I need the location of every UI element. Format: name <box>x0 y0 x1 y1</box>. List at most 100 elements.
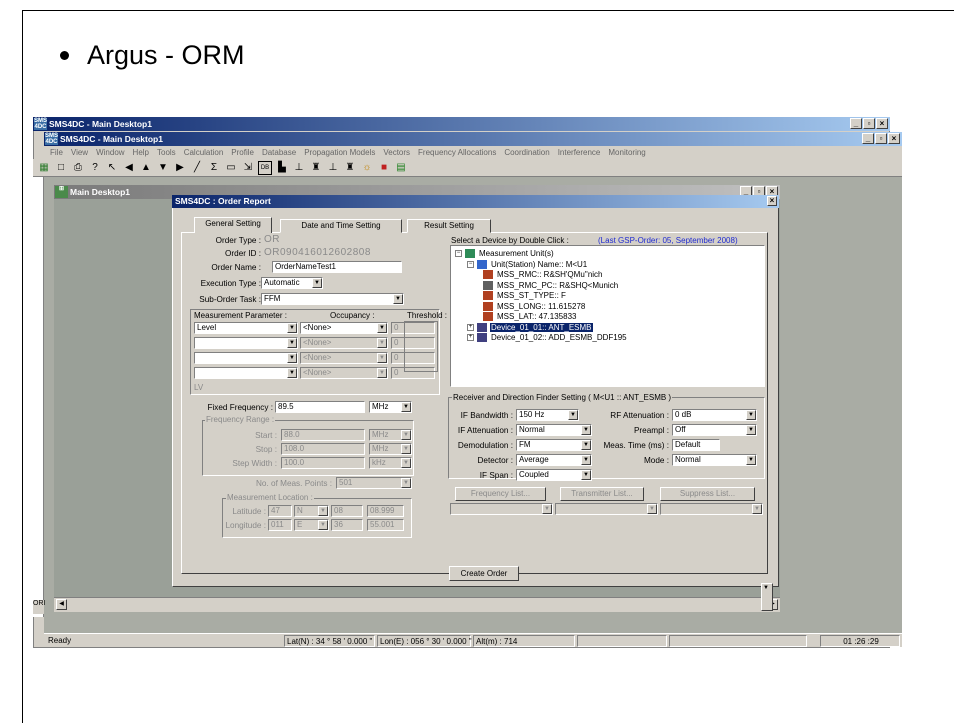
outer-restore-button[interactable]: ▫ <box>863 118 875 129</box>
chevron-down-icon[interactable]: ▼ <box>287 338 297 348</box>
chevron-down-icon[interactable]: ▼ <box>377 323 387 333</box>
frequency-list-select[interactable]: ▼ <box>450 503 553 515</box>
create-order-button[interactable]: Create Order <box>449 566 519 581</box>
preampl-select[interactable]: Off ▼ <box>672 424 757 436</box>
menu-item-help[interactable]: Help <box>133 146 149 159</box>
pan-right-icon[interactable]: ▶ <box>173 161 187 175</box>
menu-item-coordination[interactable]: Coordination <box>504 146 549 159</box>
chevron-down-icon[interactable]: ▼ <box>377 353 387 363</box>
detector-select[interactable]: Average ▼ <box>516 454 592 466</box>
menu-item-monitoring[interactable]: Monitoring <box>608 146 645 159</box>
inner-close-button[interactable]: × <box>888 133 900 144</box>
horizontal-scrollbar[interactable]: ◀ ▶ <box>54 597 780 612</box>
occupancy-select[interactable]: <None> ▼ <box>300 337 388 349</box>
new-file-icon[interactable]: □ <box>54 161 68 175</box>
inner-restore-button[interactable]: ▫ <box>875 133 887 144</box>
chevron-down-icon[interactable]: ▼ <box>542 504 552 514</box>
longitude-minutes-input[interactable]: 36 <box>331 519 363 531</box>
stop-unit-select[interactable]: MHz ▼ <box>369 443 412 455</box>
rf-attenuation-select[interactable]: 0 dB ▼ <box>672 409 757 421</box>
chevron-down-icon[interactable]: ▼ <box>401 458 411 468</box>
chevron-down-icon[interactable]: ▼ <box>287 353 297 363</box>
occupancy-select[interactable]: <None> ▼ <box>300 367 388 379</box>
chevron-down-icon[interactable]: ▼ <box>752 504 762 514</box>
step-width-input[interactable]: 100.0 <box>281 457 365 469</box>
menu-item-window[interactable]: Window <box>96 146 124 159</box>
meas-time-input[interactable]: Default <box>672 439 720 451</box>
sub-order-task-select[interactable]: FFM ▼ <box>261 293 404 305</box>
stop-input[interactable]: 108.0 <box>281 443 365 455</box>
inner-titlebar[interactable]: SMS 4DC SMS4DC - Main Desktop1 _ ▫ × <box>44 132 902 146</box>
measurement-parameter-select[interactable]: ▼ <box>194 352 298 364</box>
tree-node[interactable]: MSS_RMC:: R&SH'QMu''nich <box>483 270 604 279</box>
tree-node[interactable]: − Measurement Unit(s) <box>455 249 555 258</box>
line-tool-icon[interactable]: ╱ <box>190 161 204 175</box>
chevron-down-icon[interactable]: ▼ <box>401 402 411 412</box>
longitude-degrees-input[interactable]: 011 <box>268 519 292 531</box>
station-icon[interactable]: ⊥ <box>326 161 340 175</box>
scale-icon[interactable]: ⇲ <box>241 161 255 175</box>
tree-node[interactable]: + Device_01_02:: ADD_ESMB_DDF195 <box>467 333 628 342</box>
if-attenuation-select[interactable]: Normal ▼ <box>516 424 592 436</box>
chart-icon[interactable]: ▙ <box>275 161 289 175</box>
chevron-down-icon[interactable]: ▼ <box>287 368 297 378</box>
chevron-down-icon[interactable]: ▼ <box>647 504 657 514</box>
chevron-down-icon[interactable]: ▼ <box>746 455 756 465</box>
rectangle-tool-icon[interactable]: ▭ <box>224 161 238 175</box>
chevron-down-icon[interactable]: ▼ <box>318 520 328 530</box>
chevron-down-icon[interactable]: ▼ <box>746 425 756 435</box>
pan-down-icon[interactable]: ▼ <box>156 161 170 175</box>
chevron-down-icon[interactable]: ▼ <box>318 506 328 516</box>
tree-node[interactable]: − Unit(Station) Name:: M<U1 <box>467 259 588 269</box>
scroll-down-icon[interactable]: ▼ <box>763 585 769 591</box>
help-icon[interactable]: ? <box>88 161 102 175</box>
latitude-degrees-input[interactable]: 47 <box>268 505 292 517</box>
scroll-left-icon[interactable]: ◀ <box>56 599 67 610</box>
outer-close-button[interactable]: × <box>876 118 888 129</box>
layers-icon[interactable]: ■ <box>377 161 391 175</box>
step-width-unit-select[interactable]: kHz ▼ <box>369 457 412 469</box>
outer-minimize-button[interactable]: _ <box>850 118 862 129</box>
latitude-minutes-input[interactable]: 08 <box>331 505 363 517</box>
sigma-icon[interactable]: Σ <box>207 161 221 175</box>
chevron-down-icon[interactable]: ▼ <box>312 278 322 288</box>
num-meas-points-select[interactable]: 501 ▼ <box>336 477 412 489</box>
measurement-parameter-select[interactable]: ▼ <box>194 337 298 349</box>
frequency-list-button[interactable]: Frequency List... <box>455 487 546 501</box>
tower-alt-icon[interactable]: ♜ <box>343 161 357 175</box>
start-input[interactable]: 88.0 <box>281 429 365 441</box>
menu-item-calculation[interactable]: Calculation <box>184 146 224 159</box>
antenna-icon[interactable]: ⊥ <box>292 161 306 175</box>
menu-item-profile[interactable]: Profile <box>231 146 254 159</box>
chevron-down-icon[interactable]: ▼ <box>581 425 591 435</box>
longitude-seconds-input[interactable]: 55.001 <box>367 519 404 531</box>
collapse-icon[interactable]: − <box>467 260 474 268</box>
tree-node[interactable]: MSS_LAT:: 47.135833 <box>483 312 577 321</box>
chevron-down-icon[interactable]: ▼ <box>401 478 411 488</box>
occupancy-select[interactable]: <None> ▼ <box>300 322 388 334</box>
expand-icon[interactable]: + <box>467 323 474 331</box>
longitude-hemisphere-select[interactable]: E ▼ <box>294 519 329 531</box>
dialog-close-button[interactable]: × <box>767 196 777 206</box>
menu-item-database[interactable]: Database <box>262 146 296 159</box>
occupancy-select[interactable]: <None> ▼ <box>300 352 388 364</box>
fixed-frequency-input[interactable]: 89.5 <box>275 401 365 413</box>
chevron-down-icon[interactable]: ▼ <box>401 430 411 440</box>
execution-type-select[interactable]: Automatic ▼ <box>261 277 323 289</box>
tower-icon[interactable]: ♜ <box>309 161 323 175</box>
mode-select[interactable]: Normal ▼ <box>672 454 757 466</box>
menu-item-frequency-allocations[interactable]: Frequency Allocations <box>418 146 496 159</box>
menu-item-view[interactable]: View <box>71 146 88 159</box>
inner-minimize-button[interactable]: _ <box>862 133 874 144</box>
tree-node[interactable]: + Device_01_01:: ANT_ESMB <box>467 322 593 332</box>
chevron-down-icon[interactable]: ▼ <box>377 368 387 378</box>
tab-general-setting[interactable]: General Setting <box>194 217 272 233</box>
database-icon[interactable]: DB <box>258 160 272 175</box>
latitude-hemisphere-select[interactable]: N ▼ <box>294 505 329 517</box>
print-icon[interactable]: ⎙ <box>71 161 85 175</box>
chevron-down-icon[interactable]: ▼ <box>287 323 297 333</box>
sun-icon[interactable]: ☼ <box>360 161 374 175</box>
tree-node[interactable]: MSS_ST_TYPE:: F <box>483 291 567 300</box>
collapse-icon[interactable]: − <box>455 250 462 257</box>
transmitter-list-button[interactable]: Transmitter List... <box>560 487 644 501</box>
